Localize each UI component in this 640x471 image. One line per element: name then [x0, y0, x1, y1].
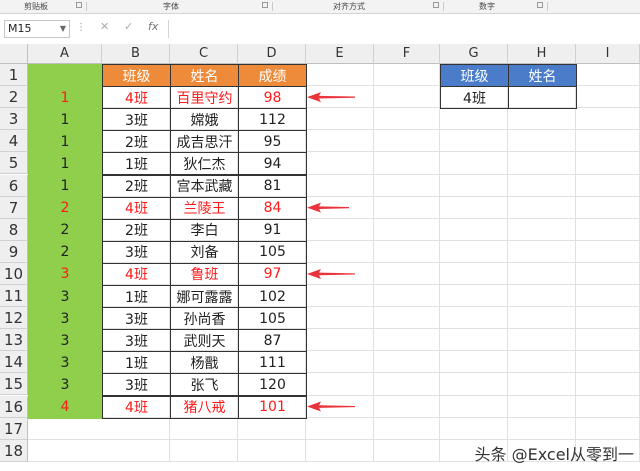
red-arrow-icon: [307, 202, 349, 213]
red-arrow-icon: [307, 92, 355, 103]
red-arrow-icon: [307, 268, 355, 279]
watermark: 头条 @Excel从零到一: [475, 441, 634, 465]
watermark-text: 头条 @Excel从零到一: [474, 445, 634, 464]
red-arrow-icon: [307, 401, 355, 412]
annotation-arrows: [307, 92, 355, 412]
